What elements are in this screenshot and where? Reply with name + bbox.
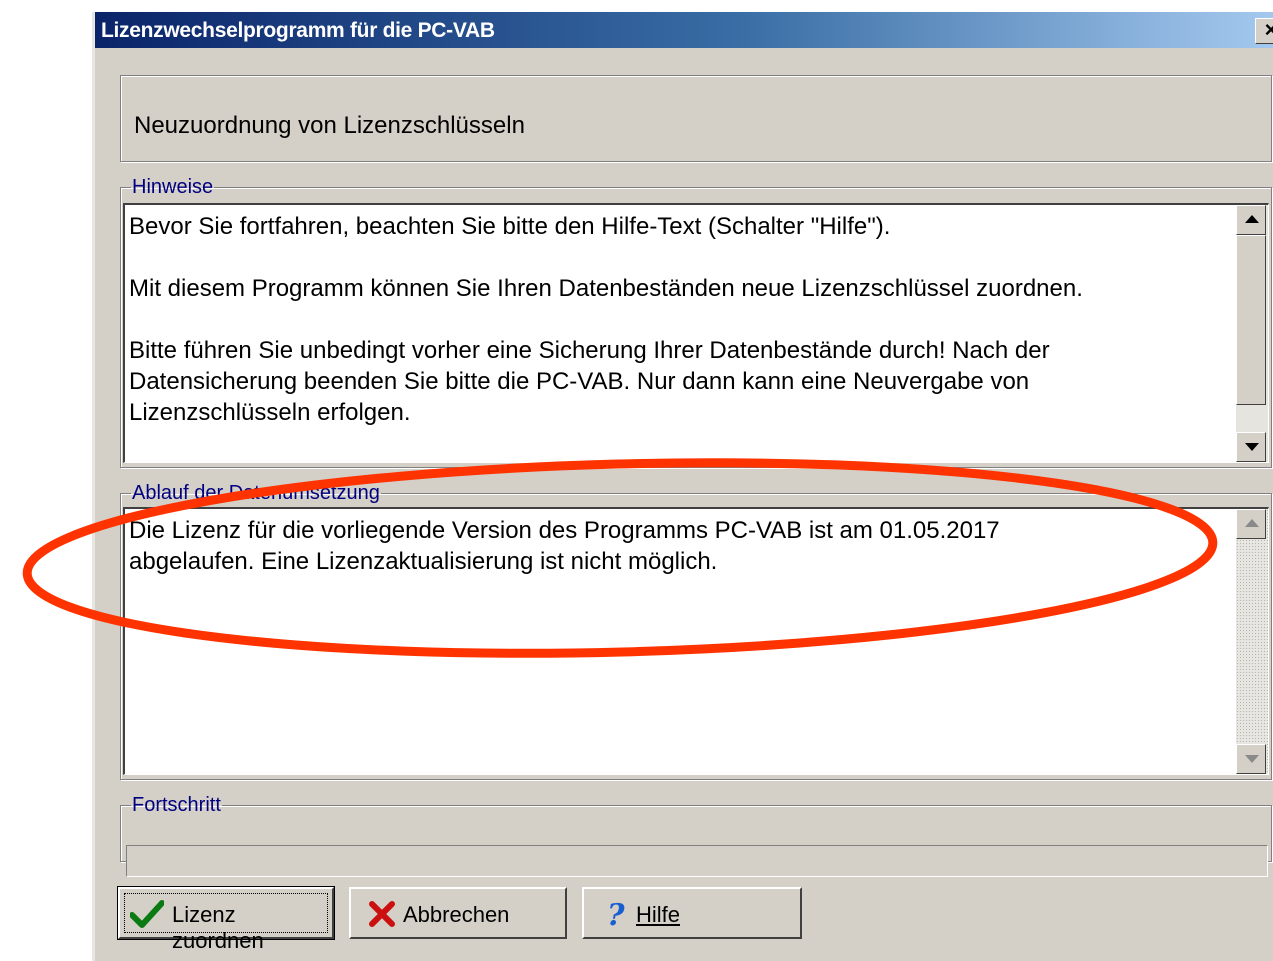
- arrow-up-icon: [1245, 519, 1259, 527]
- fortschritt-group: Fortschritt: [120, 794, 1272, 877]
- hinweise-scrollbar[interactable]: [1236, 205, 1268, 462]
- arrow-down-icon: [1245, 443, 1259, 451]
- assign-license-label: Lizenz zuordnen: [172, 902, 264, 953]
- arrow-up-icon: [1245, 215, 1259, 223]
- ablauf-scrollbar[interactable]: [1236, 509, 1268, 774]
- header-panel: Neuzuordnung von Lizenzschlüsseln: [120, 75, 1272, 162]
- progress-bar: [126, 845, 1268, 877]
- close-button[interactable]: ×: [1255, 18, 1273, 44]
- scroll-down-button[interactable]: [1236, 432, 1266, 462]
- svg-text:?: ?: [607, 899, 625, 929]
- ablauf-text: Die Lizenz für die vorliegende Version d…: [129, 517, 1000, 575]
- title-bar[interactable]: Lizenzwechselprogramm für die PC-VAB: [95, 12, 1273, 48]
- question-mark-icon: ?: [607, 899, 625, 929]
- license-dialog-window: Lizenzwechselprogramm für die PC-VAB × N…: [92, 12, 1273, 961]
- help-button[interactable]: ? Hilfe: [582, 887, 802, 939]
- window-title: Lizenzwechselprogramm für die PC-VAB: [101, 19, 495, 42]
- ablauf-textbox[interactable]: Die Lizenz für die vorliegende Version d…: [123, 507, 1269, 775]
- hinweise-legend: Hinweise: [132, 176, 214, 198]
- hinweise-text: Bevor Sie fortfahren, beachten Sie bitte…: [129, 213, 1083, 426]
- cancel-label: Abbrechen: [403, 902, 510, 927]
- header-title: Neuzuordnung von Lizenzschlüsseln: [134, 112, 525, 139]
- cancel-button[interactable]: Abbrechen: [349, 887, 567, 939]
- fortschritt-legend: Fortschritt: [132, 794, 221, 816]
- ablauf-legend: Ablauf der Datenumsetzung: [132, 482, 380, 504]
- scroll-thumb[interactable]: [1236, 235, 1266, 405]
- assign-license-button[interactable]: Lizenz zuordnen: [117, 886, 335, 953]
- scroll-up-button[interactable]: [1236, 509, 1266, 539]
- red-x-icon: [369, 901, 395, 927]
- help-label: Hilfe: [636, 902, 681, 927]
- checkmark-icon: [130, 900, 164, 928]
- scroll-up-button[interactable]: [1236, 205, 1266, 235]
- hinweise-textbox[interactable]: Bevor Sie fortfahren, beachten Sie bitte…: [123, 203, 1269, 463]
- arrow-down-icon: [1245, 755, 1259, 763]
- scroll-down-button[interactable]: [1236, 744, 1266, 774]
